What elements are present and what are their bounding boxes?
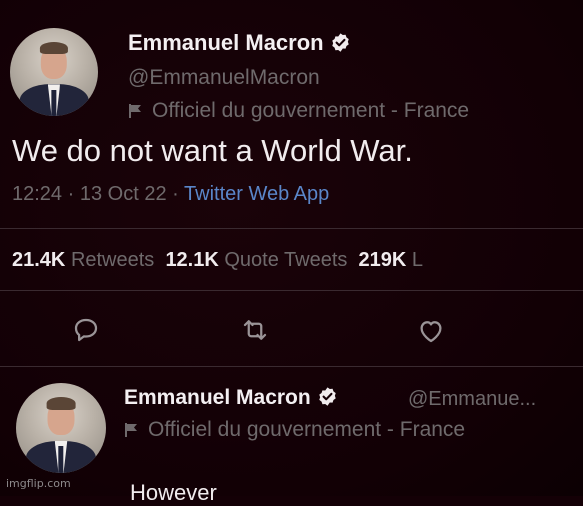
tweet-date[interactable]: 13 Oct 22	[80, 183, 167, 205]
retweets-stat[interactable]: 21.4K Retweets	[12, 249, 154, 271]
likes-stat[interactable]: 219K L	[359, 249, 424, 271]
divider	[0, 228, 583, 229]
divider	[0, 290, 583, 291]
tweet-text: We do not want a World War.	[12, 133, 413, 168]
reply-government-label: Officiel du gouvernement - France	[124, 418, 465, 442]
author-name[interactable]: Emmanuel Macron	[128, 30, 351, 56]
author-name-text[interactable]: Emmanuel Macron	[128, 30, 324, 55]
meta-separator: ·	[67, 183, 75, 205]
likes-label: L	[411, 249, 424, 271]
author-handle[interactable]: @EmmanuelMacron	[128, 66, 320, 90]
government-label-text: Officiel du gouvernement - France	[152, 99, 470, 122]
quote-tweets-label: Quote Tweets	[224, 249, 348, 271]
reply-author-name[interactable]: Emmanuel Macron	[124, 386, 338, 410]
reply-author-handle[interactable]: @Emmanue...	[408, 388, 536, 411]
quote-tweets-stat[interactable]: 12.1K Quote Tweets	[165, 249, 347, 271]
retweet-icon[interactable]	[240, 315, 270, 345]
comment-icon[interactable]	[71, 315, 101, 345]
quote-tweets-count: 12.1K	[165, 249, 219, 271]
watermark: imgflip.com	[6, 477, 71, 490]
tweet-stats: 21.4K Retweets 12.1K Quote Tweets 219K L	[12, 249, 423, 272]
retweets-label: Retweets	[70, 249, 155, 271]
reply-text: However	[130, 480, 217, 505]
heart-icon[interactable]	[416, 316, 446, 346]
reply-author-avatar[interactable]	[16, 383, 106, 473]
reply-author-name-text[interactable]: Emmanuel Macron	[124, 386, 311, 409]
government-flag-icon	[129, 104, 141, 118]
tweet-time[interactable]: 12:24	[12, 183, 62, 205]
divider	[0, 366, 583, 367]
reply-government-label-text: Officiel du gouvernement - France	[148, 418, 466, 441]
tweet-source-app[interactable]: Twitter Web App	[184, 183, 329, 205]
government-flag-icon	[125, 423, 137, 437]
tweet-meta: 12:24 · 13 Oct 22 · Twitter Web App	[12, 183, 329, 206]
screenshot-frame: Emmanuel Macron @EmmanuelMacron Officiel…	[0, 0, 583, 505]
verified-badge-icon	[318, 387, 336, 406]
verified-badge-icon	[331, 33, 349, 52]
likes-count: 219K	[358, 249, 407, 271]
meta-separator: ·	[172, 183, 179, 205]
author-avatar[interactable]	[10, 28, 98, 116]
government-label: Officiel du gouvernement - France	[128, 99, 469, 123]
retweets-count: 21.4K	[12, 249, 66, 271]
